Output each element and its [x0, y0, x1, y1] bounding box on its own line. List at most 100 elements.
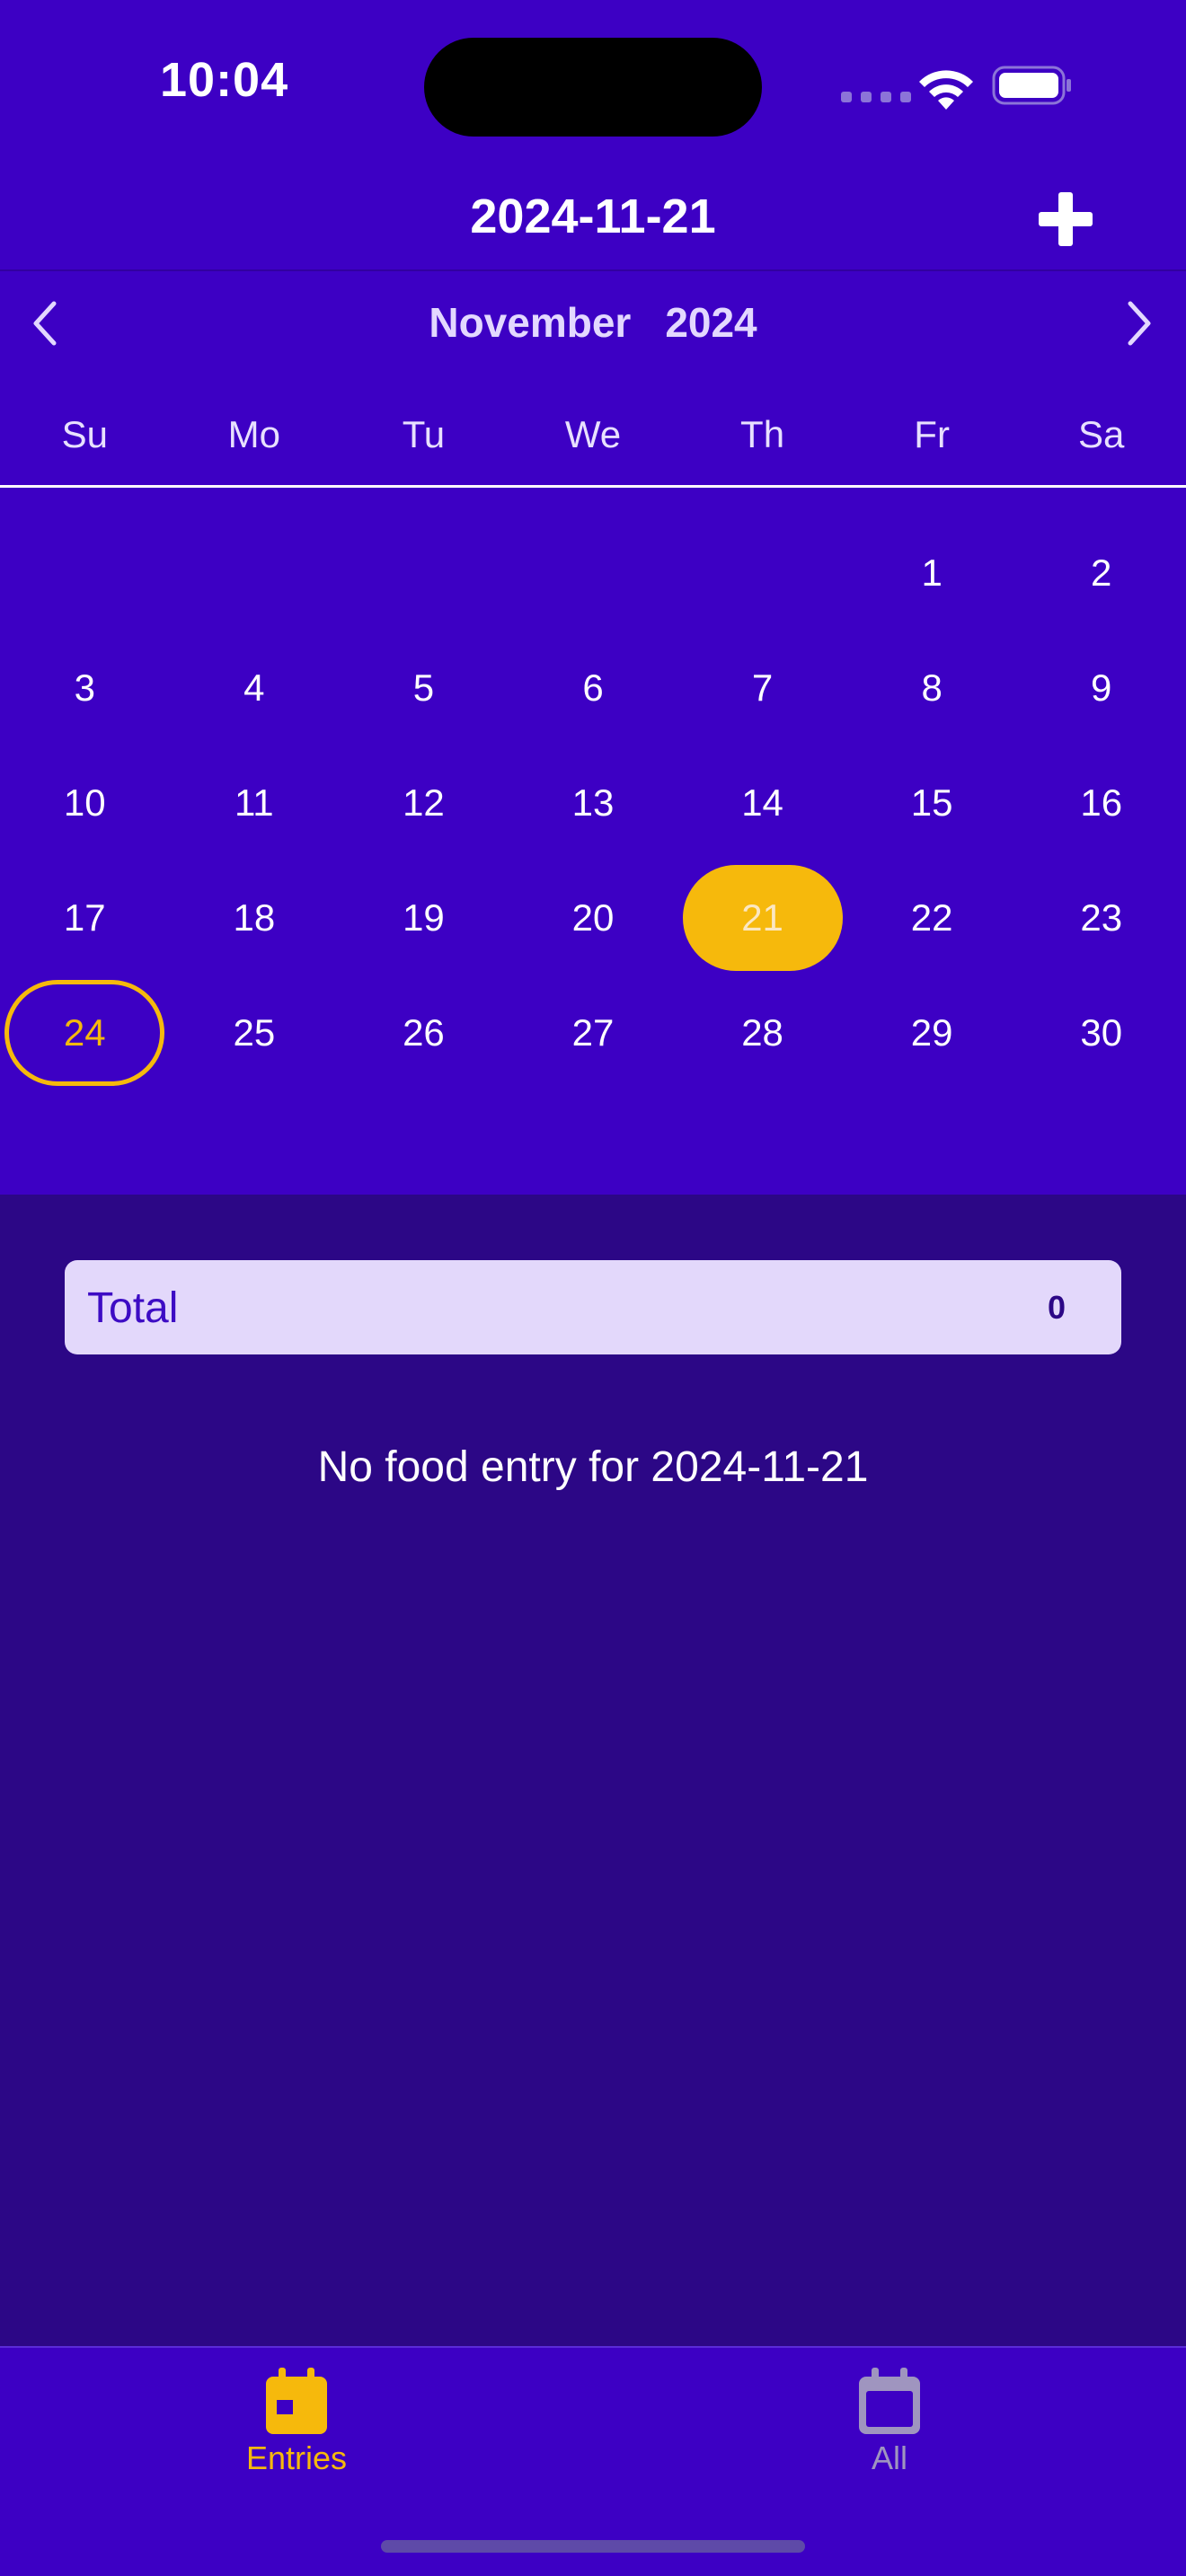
calendar-day[interactable]: 30: [1016, 975, 1186, 1090]
calendar-day[interactable]: 16: [1016, 745, 1186, 860]
day-number: 8: [921, 666, 943, 709]
calendar-header-area: 10:04 2024-11-21 November2024 Su Mo Tu: [0, 0, 1186, 1195]
weekday-label: We: [564, 413, 622, 455]
day-number: 15: [910, 781, 953, 824]
calendar-day[interactable]: 10: [0, 745, 170, 860]
calendar-day[interactable]: 25: [170, 975, 340, 1090]
day-number: 27: [571, 1011, 615, 1054]
home-indicator: [381, 2540, 805, 2553]
day-number: 6: [582, 666, 604, 709]
day-number: 7: [751, 666, 774, 709]
weekday-label: Th: [740, 413, 785, 455]
weekday-label: Mo: [227, 413, 281, 455]
calendar-day[interactable]: 7: [677, 631, 847, 745]
day-number: 17: [63, 896, 106, 939]
day-number: 22: [910, 896, 953, 939]
plus-icon[interactable]: [1033, 187, 1098, 251]
day-number: 21: [741, 896, 783, 939]
calendar-day[interactable]: 15: [847, 745, 1017, 860]
day-number: 30: [1080, 1011, 1123, 1054]
weekday-header: Su Mo Tu We Th Fr Sa: [0, 413, 1186, 456]
page-title: 2024-11-21: [470, 190, 716, 243]
year-label: 2024: [665, 299, 757, 346]
empty-state-message: No food entry for 2024-11-21: [317, 1443, 869, 1491]
tab-entries[interactable]: Entries: [162, 2366, 431, 2477]
calendar-day[interactable]: 11: [170, 745, 340, 860]
calendar-day[interactable]: 28: [677, 975, 847, 1090]
calendar-empty-cell: [0, 516, 170, 631]
calendar-day[interactable]: 1: [847, 516, 1017, 631]
battery-icon: [992, 66, 1071, 105]
calendar-day[interactable]: 13: [509, 745, 678, 860]
calendar-empty-cell: [170, 516, 340, 631]
day-number: 25: [233, 1011, 276, 1054]
total-value: 0: [1047, 1289, 1066, 1326]
calendar-empty-cell: [339, 516, 509, 631]
day-number: 29: [910, 1011, 953, 1054]
weekday-label: Su: [61, 413, 108, 455]
calendar-empty-cell: [677, 516, 847, 631]
calendar-day[interactable]: 24: [0, 975, 170, 1090]
day-number: 12: [403, 781, 445, 824]
cellular-signal-icon: [841, 92, 911, 102]
calendar-day[interactable]: 17: [0, 860, 170, 975]
calendar-day[interactable]: 19: [339, 860, 509, 975]
day-number: 1: [921, 551, 943, 594]
day-number: 24: [63, 1011, 106, 1054]
calendar-day[interactable]: 26: [339, 975, 509, 1090]
calendar-day[interactable]: 14: [677, 745, 847, 860]
chevron-right-icon[interactable]: [1121, 296, 1157, 350]
calendar-icon: [859, 2368, 920, 2434]
calendar-empty-cell: [509, 516, 678, 631]
day-number: 20: [571, 896, 615, 939]
total-label: Total: [87, 1284, 179, 1332]
day-number: 3: [74, 666, 95, 709]
calendar-day[interactable]: 12: [339, 745, 509, 860]
calendar-day[interactable]: 29: [847, 975, 1017, 1090]
calendar-day[interactable]: 9: [1016, 631, 1186, 745]
month-year-label: November 2024: [0, 298, 1186, 347]
wifi-icon: [919, 70, 973, 110]
calendar-day[interactable]: 18: [170, 860, 340, 975]
day-number: 13: [571, 781, 615, 824]
calendar-day[interactable]: 23: [1016, 860, 1186, 975]
calendar-day[interactable]: 22: [847, 860, 1017, 975]
day-number: 2: [1091, 551, 1112, 594]
weekday-label: Tu: [402, 413, 446, 455]
calendar-day[interactable]: 27: [509, 975, 678, 1090]
calendar-day[interactable]: 8: [847, 631, 1017, 745]
day-number: 19: [403, 896, 445, 939]
day-number: 16: [1080, 781, 1123, 824]
weekday-label: Sa: [1078, 413, 1125, 455]
weekday-label: Fr: [914, 413, 950, 455]
day-number: 26: [403, 1011, 445, 1054]
calendar-day[interactable]: 6: [509, 631, 678, 745]
month-navigation: November 2024: [0, 296, 1186, 350]
calendar-day[interactable]: 20: [509, 860, 678, 975]
total-summary-bar: Total 0: [65, 1260, 1121, 1354]
calendar-day[interactable]: 5: [339, 631, 509, 745]
status-time: 10:04: [160, 53, 289, 107]
calendar-grid: 1 2 3 4 5 6 7 8 9 10 11 12 13 14 15 16 17 18 19 20 21 22 23 24 2…: [0, 516, 1186, 1090]
day-number: 4: [243, 666, 265, 709]
weekday-divider: [0, 485, 1186, 488]
day-number: 14: [741, 781, 783, 824]
calendar-icon: [266, 2368, 327, 2434]
calendar-day[interactable]: 2: [1016, 516, 1186, 631]
month-label: November: [429, 299, 632, 346]
tab-label: All: [871, 2439, 907, 2476]
tab-label: Entries: [245, 2439, 348, 2476]
calendar-day[interactable]: 21: [677, 860, 847, 975]
calendar-day[interactable]: 3: [0, 631, 170, 745]
day-number: 9: [1091, 666, 1112, 709]
day-number: 11: [235, 781, 274, 824]
day-number: 10: [63, 781, 106, 824]
calendar-day[interactable]: 4: [170, 631, 340, 745]
day-number: 23: [1080, 896, 1123, 939]
nav-divider: [0, 269, 1186, 271]
day-number: 28: [741, 1011, 783, 1054]
day-number: 18: [233, 896, 276, 939]
dynamic-island: [424, 38, 762, 137]
tab-all[interactable]: All: [755, 2366, 1024, 2477]
day-number: 5: [412, 666, 435, 709]
